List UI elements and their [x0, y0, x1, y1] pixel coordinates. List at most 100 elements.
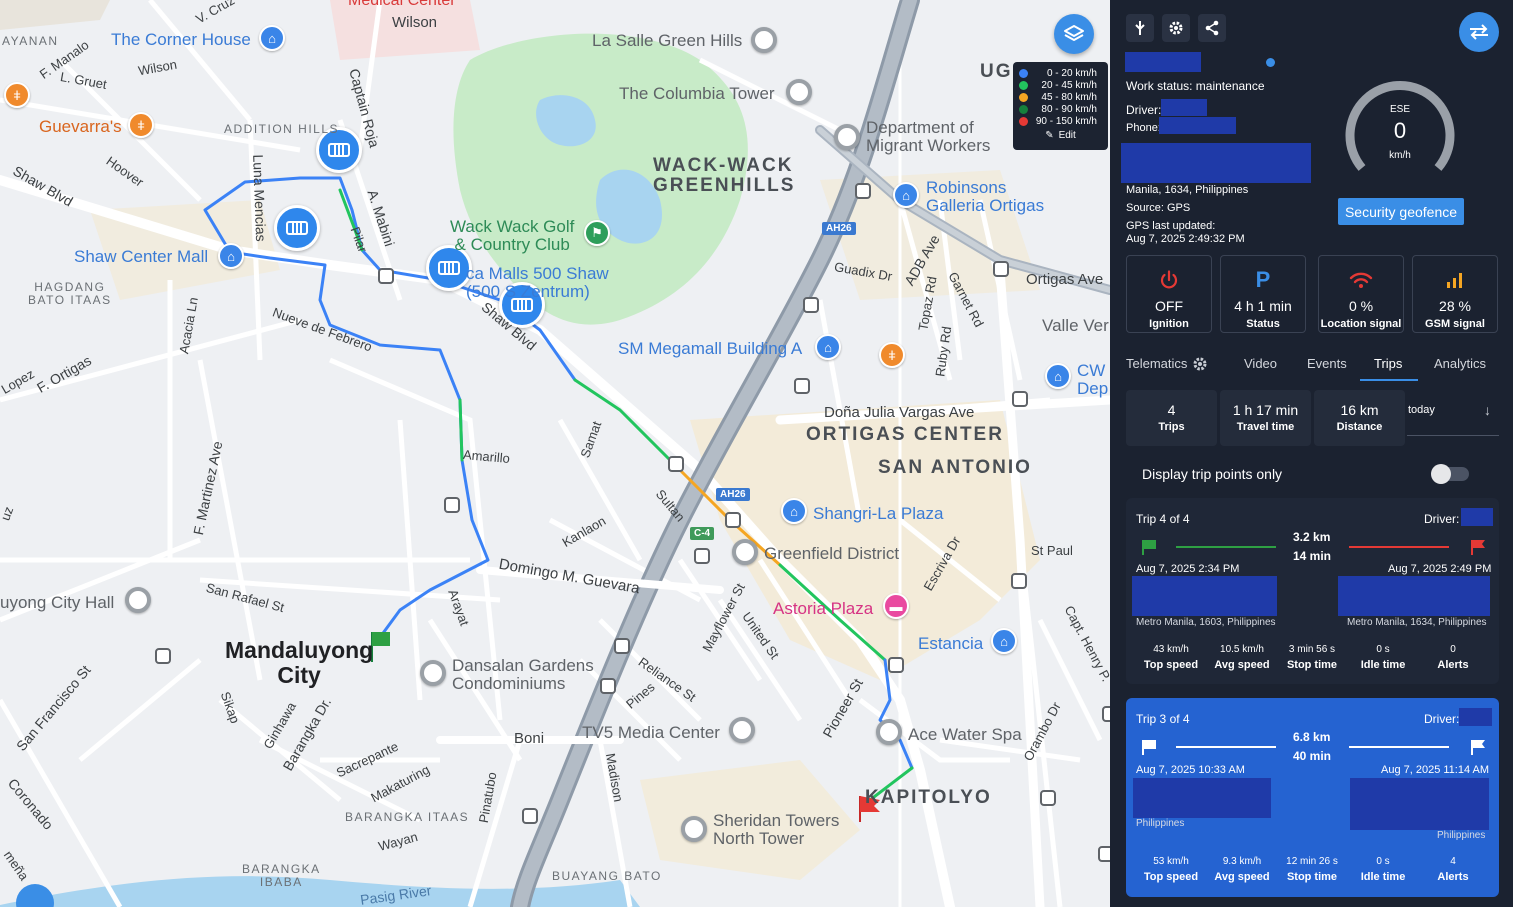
poi-label: SM Megamall Building A	[618, 339, 803, 358]
mall-pin-icon[interactable]: ⌂	[893, 182, 919, 208]
tab-video[interactable]: Video	[1244, 356, 1277, 371]
bus-stop-icon[interactable]	[600, 678, 616, 694]
bus-stop-icon[interactable]	[614, 638, 630, 654]
bus-stop-icon[interactable]	[803, 297, 819, 313]
power-icon	[1160, 270, 1178, 289]
bus-stop-icon[interactable]	[155, 648, 171, 664]
government-pin-icon[interactable]	[125, 587, 151, 613]
start-address-redacted	[1133, 778, 1271, 818]
trip-points-toggle[interactable]	[1431, 464, 1469, 484]
legend-row: 45 - 80 km/h	[1019, 91, 1102, 103]
arrow-down-icon[interactable]: ↓	[1484, 402, 1491, 418]
start-address-redacted	[1132, 576, 1277, 616]
telematics-settings-icon[interactable]	[1192, 356, 1208, 377]
trip-driver-redacted	[1461, 508, 1493, 526]
address: Manila, 1634, Philippines	[1126, 184, 1249, 196]
area-label: BUAYANG BATO	[552, 869, 662, 883]
speed-legend: 0 - 20 km/h 20 - 45 km/h 45 - 80 km/h 80 - …	[1013, 62, 1108, 150]
area-label: HAGDANG BATO ITAAS	[28, 280, 112, 307]
trip-points-toggle-label: Display trip points only	[1142, 466, 1283, 482]
hotel-pin-icon[interactable]: ▬	[883, 593, 909, 619]
legend-color-dot	[1019, 80, 1028, 90]
wifi-icon	[1349, 272, 1373, 288]
bus-stop-icon[interactable]	[794, 378, 810, 394]
poi-label: The Corner House	[111, 30, 251, 49]
tab-trips[interactable]: Trips	[1374, 356, 1402, 371]
building-pin-icon[interactable]	[729, 717, 755, 743]
signal-bars-icon	[1447, 273, 1462, 288]
spa-pin-icon[interactable]	[876, 719, 902, 745]
trip-title: Trip 4 of 4	[1136, 512, 1190, 526]
bus-stop-icon[interactable]	[1102, 706, 1110, 722]
trip-card-selected[interactable]: Trip 3 of 4 Driver: 6.8 km 40 min Aug 7,…	[1126, 698, 1499, 897]
device-cluster-marker[interactable]	[274, 205, 320, 251]
security-geofence-button[interactable]: Security geofence	[1338, 198, 1464, 225]
restaurant-pin-icon[interactable]: ǂ	[128, 112, 154, 138]
mall-pin-icon[interactable]: ⌂	[259, 25, 285, 51]
idle-time-label: Idle time	[1360, 871, 1406, 883]
legend-edit-button[interactable]: ✎ Edit	[1019, 130, 1102, 141]
trip-progress-line	[1176, 746, 1276, 748]
bus-stop-icon[interactable]	[993, 261, 1009, 277]
trip-start-address: Philippines	[1136, 818, 1185, 829]
building-pin-icon[interactable]	[420, 660, 446, 686]
poi-label: ca Malls 500 Shaw (500 S Zentrum)	[466, 264, 609, 301]
trip-card[interactable]: Trip 4 of 4 Driver: 3.2 km 14 min Aug 7,…	[1126, 498, 1499, 684]
swap-button[interactable]	[1459, 12, 1499, 52]
map-layers-button[interactable]	[1054, 14, 1094, 54]
mall-pin-icon[interactable]: ⌂	[1045, 363, 1071, 389]
legend-color-dot	[1019, 104, 1028, 114]
address-redacted	[1121, 143, 1311, 183]
golf-pin-icon[interactable]: ⚑	[584, 220, 610, 246]
bus-stop-icon[interactable]	[522, 808, 538, 824]
mall-pin-icon[interactable]: ⌂	[815, 334, 841, 360]
bus-stop-icon[interactable]	[725, 512, 741, 528]
online-status-dot	[1266, 58, 1275, 67]
restaurant-pin-icon[interactable]: ǂ	[4, 82, 30, 108]
restaurant-pin-icon[interactable]: ǂ	[879, 342, 905, 368]
bus-stop-icon[interactable]	[1098, 846, 1110, 862]
bus-stop-icon[interactable]	[694, 548, 710, 564]
bus-stop-icon[interactable]	[668, 456, 684, 472]
map-view[interactable]: AH26 AH26 C-4 ⌂ ǂ ǂ ⌂ ⚑ ⌂ ⌂ ǂ ⌂ ⌂ ▬ ⌂ Th…	[0, 0, 1110, 907]
status-stat: P 4 h 1 min Status	[1220, 255, 1306, 333]
trip-button[interactable]	[1126, 14, 1154, 42]
tab-events[interactable]: Events	[1307, 356, 1347, 371]
bus-stop-icon[interactable]	[444, 497, 460, 513]
government-pin-icon[interactable]	[834, 124, 860, 150]
ignition-stat: OFF Ignition	[1126, 255, 1212, 333]
mall-pin-icon[interactable]: ⌂	[781, 498, 807, 524]
bus-stop-icon[interactable]	[1012, 391, 1028, 407]
building-pin-icon[interactable]	[732, 539, 758, 565]
poi-label: Sheridan Towers North Tower	[713, 811, 840, 848]
settings-button[interactable]	[1162, 14, 1190, 42]
legend-row: 90 - 150 km/h	[1019, 115, 1102, 127]
legend-range: 90 - 150 km/h	[1035, 115, 1097, 127]
mall-pin-icon[interactable]: ⌂	[218, 243, 244, 269]
bus-stop-icon[interactable]	[855, 183, 871, 199]
legend-range: 80 - 90 km/h	[1041, 103, 1097, 115]
tab-analytics[interactable]: Analytics	[1434, 356, 1486, 371]
poi-label: La Salle Green Hills	[592, 31, 743, 50]
period-select[interactable]: today	[1408, 404, 1435, 416]
mall-pin-icon[interactable]: ⌂	[991, 628, 1017, 654]
tab-telematics[interactable]: Telematics	[1126, 356, 1187, 371]
end-address-redacted	[1338, 576, 1490, 616]
legend-color-dot	[1019, 116, 1028, 126]
street-label: Boni	[514, 730, 545, 747]
share-button[interactable]	[1198, 14, 1226, 42]
street-label: Ortigas Ave	[1026, 271, 1104, 288]
building-pin-icon[interactable]	[681, 816, 707, 842]
gps-source: Source: GPS	[1126, 202, 1191, 214]
bus-stop-icon[interactable]	[1011, 573, 1027, 589]
bus-stop-icon[interactable]	[378, 268, 394, 284]
toggle-knob[interactable]	[1431, 464, 1451, 484]
top-speed-label: Top speed	[1143, 871, 1199, 883]
school-pin-icon[interactable]	[751, 27, 777, 53]
bus-stop-icon[interactable]	[888, 657, 904, 673]
gauge-unit: km/h	[1389, 150, 1411, 161]
alerts: 4	[1450, 856, 1456, 867]
building-pin-icon[interactable]	[786, 79, 812, 105]
bus-stop-icon[interactable]	[1040, 790, 1056, 806]
top-speed: 53 km/h	[1153, 856, 1189, 867]
